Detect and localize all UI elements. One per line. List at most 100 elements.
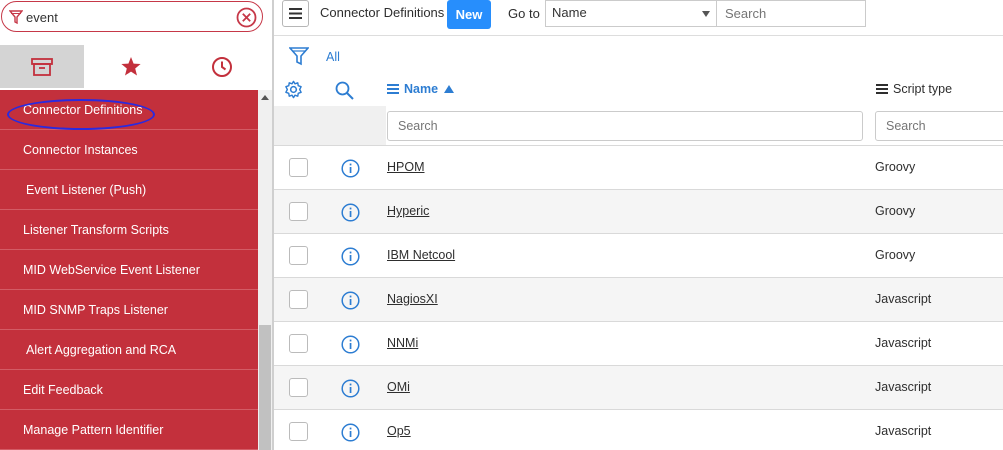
row-checkbox[interactable] <box>289 246 308 265</box>
row-info-cell <box>330 322 386 365</box>
navigator-tabs <box>0 45 266 88</box>
row-select-cell <box>274 410 330 450</box>
row-info-cell <box>330 190 386 233</box>
breadcrumb-all[interactable]: All <box>326 50 340 64</box>
row-checkbox[interactable] <box>289 158 308 177</box>
column-header-name[interactable]: Name <box>387 82 455 96</box>
column-header-script-type[interactable]: Script type <box>876 82 952 96</box>
row-name-link[interactable]: NagiosXI <box>387 292 438 306</box>
table-row: HPOM Groovy <box>274 145 1003 189</box>
nav-item-edit-feedback[interactable]: Edit Feedback <box>0 370 258 410</box>
info-icon[interactable] <box>341 159 360 178</box>
navigator-module-list: Connector Definitions Connector Instance… <box>0 90 258 450</box>
info-icon[interactable] <box>341 203 360 222</box>
tab-favorites[interactable] <box>84 45 178 88</box>
info-icon[interactable] <box>341 335 360 354</box>
column-name-label: Name <box>404 82 439 96</box>
row-select-cell <box>274 190 330 233</box>
table-row: IBM Netcool Groovy <box>274 233 1003 277</box>
scrollbar-thumb[interactable] <box>259 325 271 450</box>
application-navigator: Connector Definitions Connector Instance… <box>0 0 273 450</box>
row-select-cell <box>274 234 330 277</box>
search-row-gutter <box>274 106 386 146</box>
navigator-scrollbar[interactable] <box>258 90 272 450</box>
column-search-row <box>274 106 1003 146</box>
goto-search-input[interactable] <box>716 0 866 27</box>
column-menu-icon[interactable] <box>387 82 399 96</box>
script-type-search-input[interactable] <box>875 111 1003 141</box>
star-icon <box>121 57 141 76</box>
list-title: Connector Definitions <box>320 5 445 20</box>
new-button[interactable]: New <box>447 0 491 29</box>
filter-icon[interactable] <box>289 46 309 68</box>
row-script-type: Javascript <box>875 424 932 438</box>
row-select-cell <box>274 278 330 321</box>
row-name-link[interactable]: Hyperic <box>387 204 429 218</box>
nav-item-connector-instances[interactable]: Connector Instances <box>0 130 258 170</box>
row-name-link[interactable]: OMi <box>387 380 410 394</box>
row-script-type: Javascript <box>875 336 932 350</box>
row-select-cell <box>274 322 330 365</box>
chevron-down-icon <box>702 11 710 17</box>
name-search-input[interactable] <box>387 111 863 141</box>
goto-field-select[interactable]: Name <box>545 0 717 27</box>
list-body: HPOM Groovy Hyperic Groovy IBM Netcool G… <box>274 145 1003 450</box>
nav-item-mid-snmp-traps-listener[interactable]: MID SNMP Traps Listener <box>0 290 258 330</box>
search-icon[interactable] <box>335 81 354 100</box>
hamburger-icon <box>289 8 302 19</box>
row-select-cell <box>274 146 330 189</box>
row-name-link[interactable]: Op5 <box>387 424 411 438</box>
navigator-filter[interactable] <box>1 1 263 32</box>
row-info-cell <box>330 366 386 409</box>
nav-item-listener-transform-scripts[interactable]: Listener Transform Scripts <box>0 210 258 250</box>
row-script-type: Javascript <box>875 380 932 394</box>
tab-history[interactable] <box>178 45 266 88</box>
row-script-type: Javascript <box>875 292 932 306</box>
row-script-type: Groovy <box>875 248 916 262</box>
row-name-link[interactable]: IBM Netcool <box>387 248 455 262</box>
goto-label: Go to <box>508 6 540 21</box>
list-context-menu-button[interactable] <box>282 0 309 27</box>
row-checkbox[interactable] <box>289 202 308 221</box>
tab-all-applications[interactable] <box>0 45 84 88</box>
info-icon[interactable] <box>341 247 360 266</box>
row-info-cell <box>330 146 386 189</box>
column-script-type-label: Script type <box>893 82 953 96</box>
nav-item-event-listener-push[interactable]: Event Listener (Push) <box>0 170 258 210</box>
goto-field-value: Name <box>552 5 587 20</box>
table-row: Hyperic Groovy <box>274 189 1003 233</box>
table-row: OMi Javascript <box>274 365 1003 409</box>
breadcrumb-filter-row: All <box>274 40 1003 72</box>
info-icon[interactable] <box>341 423 360 442</box>
nav-item-manage-pattern-identifier[interactable]: Manage Pattern Identifier <box>0 410 258 450</box>
nav-item-mid-webservice-event-listener[interactable]: MID WebService Event Listener <box>0 250 258 290</box>
row-info-cell <box>330 410 386 450</box>
list-header: Connector Definitions New Go to Name <box>274 0 1003 36</box>
row-checkbox[interactable] <box>289 378 308 397</box>
nav-item-alert-aggregation-rca[interactable]: Alert Aggregation and RCA <box>0 330 258 370</box>
row-checkbox[interactable] <box>289 334 308 353</box>
row-select-cell <box>274 366 330 409</box>
clear-filter-icon[interactable] <box>236 7 257 28</box>
row-script-type: Groovy <box>875 160 916 174</box>
filter-funnel-icon <box>9 10 23 25</box>
row-name-link[interactable]: HPOM <box>387 160 425 174</box>
archive-icon <box>31 57 53 76</box>
navigator-filter-input[interactable] <box>26 6 226 28</box>
info-icon[interactable] <box>341 291 360 310</box>
row-info-cell <box>330 234 386 277</box>
app-root: Connector Definitions Connector Instance… <box>0 0 1003 450</box>
info-icon[interactable] <box>341 379 360 398</box>
row-name-link[interactable]: NNMi <box>387 336 418 350</box>
table-row: NagiosXI Javascript <box>274 277 1003 321</box>
sort-ascending-icon <box>444 85 455 93</box>
nav-item-connector-definitions[interactable]: Connector Definitions <box>0 90 258 130</box>
column-menu-icon[interactable] <box>876 82 888 96</box>
gear-icon[interactable] <box>284 80 303 99</box>
list-view: Connector Definitions New Go to Name All <box>274 0 1003 450</box>
row-checkbox[interactable] <box>289 290 308 309</box>
row-checkbox[interactable] <box>289 422 308 441</box>
scroll-up-arrow-icon[interactable] <box>261 95 269 100</box>
column-header-row: Name Script type <box>274 74 1003 106</box>
row-info-cell <box>330 278 386 321</box>
